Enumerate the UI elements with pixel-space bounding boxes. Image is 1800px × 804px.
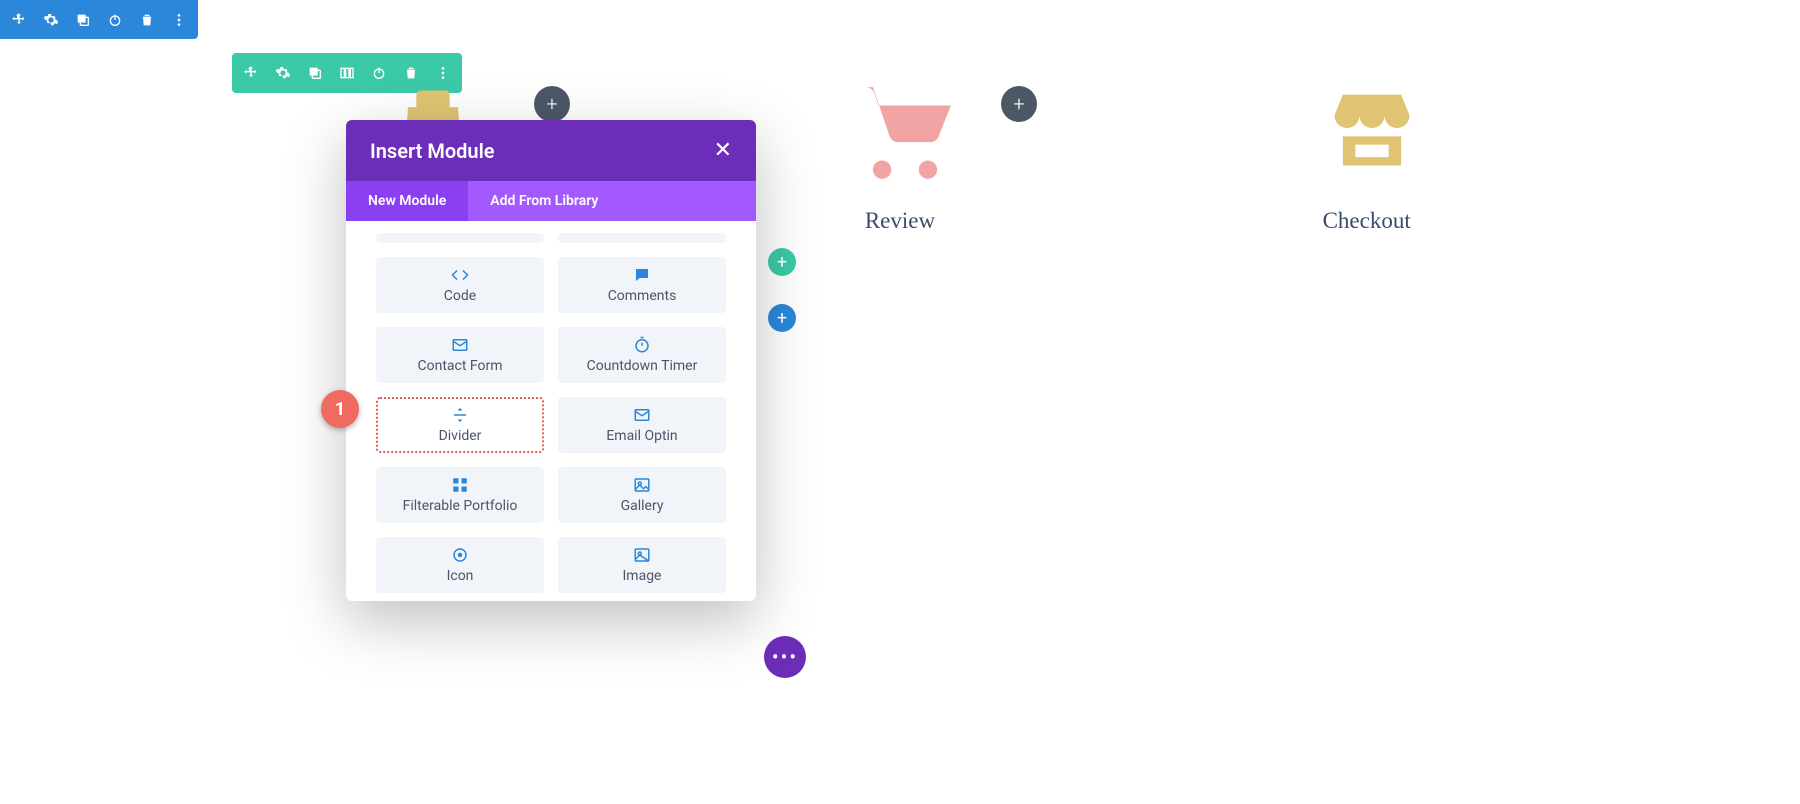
chat-icon [633, 266, 651, 284]
module-contact-form[interactable]: Contact Form [376, 327, 544, 383]
trash-icon[interactable] [138, 11, 156, 29]
module-comments[interactable]: Comments [558, 257, 726, 313]
store-icon [1317, 78, 1417, 178]
module-item-stub[interactable] [376, 233, 544, 243]
duplicate-icon[interactable] [74, 11, 92, 29]
module-row-partial [376, 233, 726, 243]
module-label: Gallery [621, 498, 664, 514]
image-icon [633, 476, 651, 494]
add-section-button[interactable]: + [768, 304, 796, 332]
column-review: Review [770, 78, 1030, 234]
module-countdown-timer[interactable]: Countdown Timer [558, 327, 726, 383]
module-item-stub[interactable] [558, 233, 726, 243]
module-label: Comments [608, 288, 677, 304]
add-row-button[interactable]: + [768, 248, 796, 276]
callout-badge: 1 [321, 390, 359, 428]
tab-add-from-library[interactable]: Add From Library [468, 181, 620, 221]
module-image[interactable]: Image [558, 537, 726, 593]
column-checkout: Checkout [1237, 78, 1497, 234]
power-icon[interactable] [106, 11, 124, 29]
grid-icon [451, 476, 469, 494]
module-gallery[interactable]: Gallery [558, 467, 726, 523]
mail-icon [633, 406, 651, 424]
tab-new-module[interactable]: New Module [346, 181, 468, 221]
timer-icon [633, 336, 651, 354]
gear-icon[interactable] [42, 11, 60, 29]
module-label: Divider [439, 428, 482, 444]
section-toolbar[interactable] [0, 0, 198, 39]
page-actions-fab[interactable]: ••• [764, 636, 806, 678]
mail-icon [451, 336, 469, 354]
module-label: Icon [447, 568, 474, 584]
cart-icon [850, 78, 950, 178]
close-icon[interactable]: ✕ [714, 138, 732, 163]
column-label: Review [770, 208, 1030, 234]
module-icon[interactable]: Icon [376, 537, 544, 593]
column-label: Checkout [1237, 208, 1497, 234]
module-code[interactable]: Code [376, 257, 544, 313]
insert-module-modal: Insert Module ✕ New Module Add From Libr… [346, 120, 756, 601]
module-label: Code [444, 288, 476, 304]
module-label: Countdown Timer [587, 358, 698, 374]
modal-header: Insert Module ✕ [346, 120, 756, 181]
module-label: Filterable Portfolio [403, 498, 518, 514]
module-filterable-portfolio[interactable]: Filterable Portfolio [376, 467, 544, 523]
modal-body: Code Comments Contact Form Countdown Tim… [346, 221, 756, 601]
module-label: Contact Form [417, 358, 502, 374]
add-module-button[interactable]: + [534, 86, 570, 122]
circle-dot-icon [451, 546, 469, 564]
divider-icon [451, 406, 469, 424]
module-label: Email Optin [606, 428, 677, 444]
add-module-button[interactable]: + [1001, 86, 1037, 122]
move-icon[interactable] [10, 11, 28, 29]
module-email-optin[interactable]: Email Optin [558, 397, 726, 453]
module-divider[interactable]: Divider [376, 397, 544, 453]
modal-tabs: New Module Add From Library [346, 181, 756, 221]
more-icon[interactable] [170, 11, 188, 29]
module-label: Image [623, 568, 662, 584]
code-icon [451, 266, 469, 284]
image-icon [633, 546, 651, 564]
modal-title: Insert Module [370, 139, 495, 163]
page-columns: Shop Review Checkout [0, 78, 1800, 234]
